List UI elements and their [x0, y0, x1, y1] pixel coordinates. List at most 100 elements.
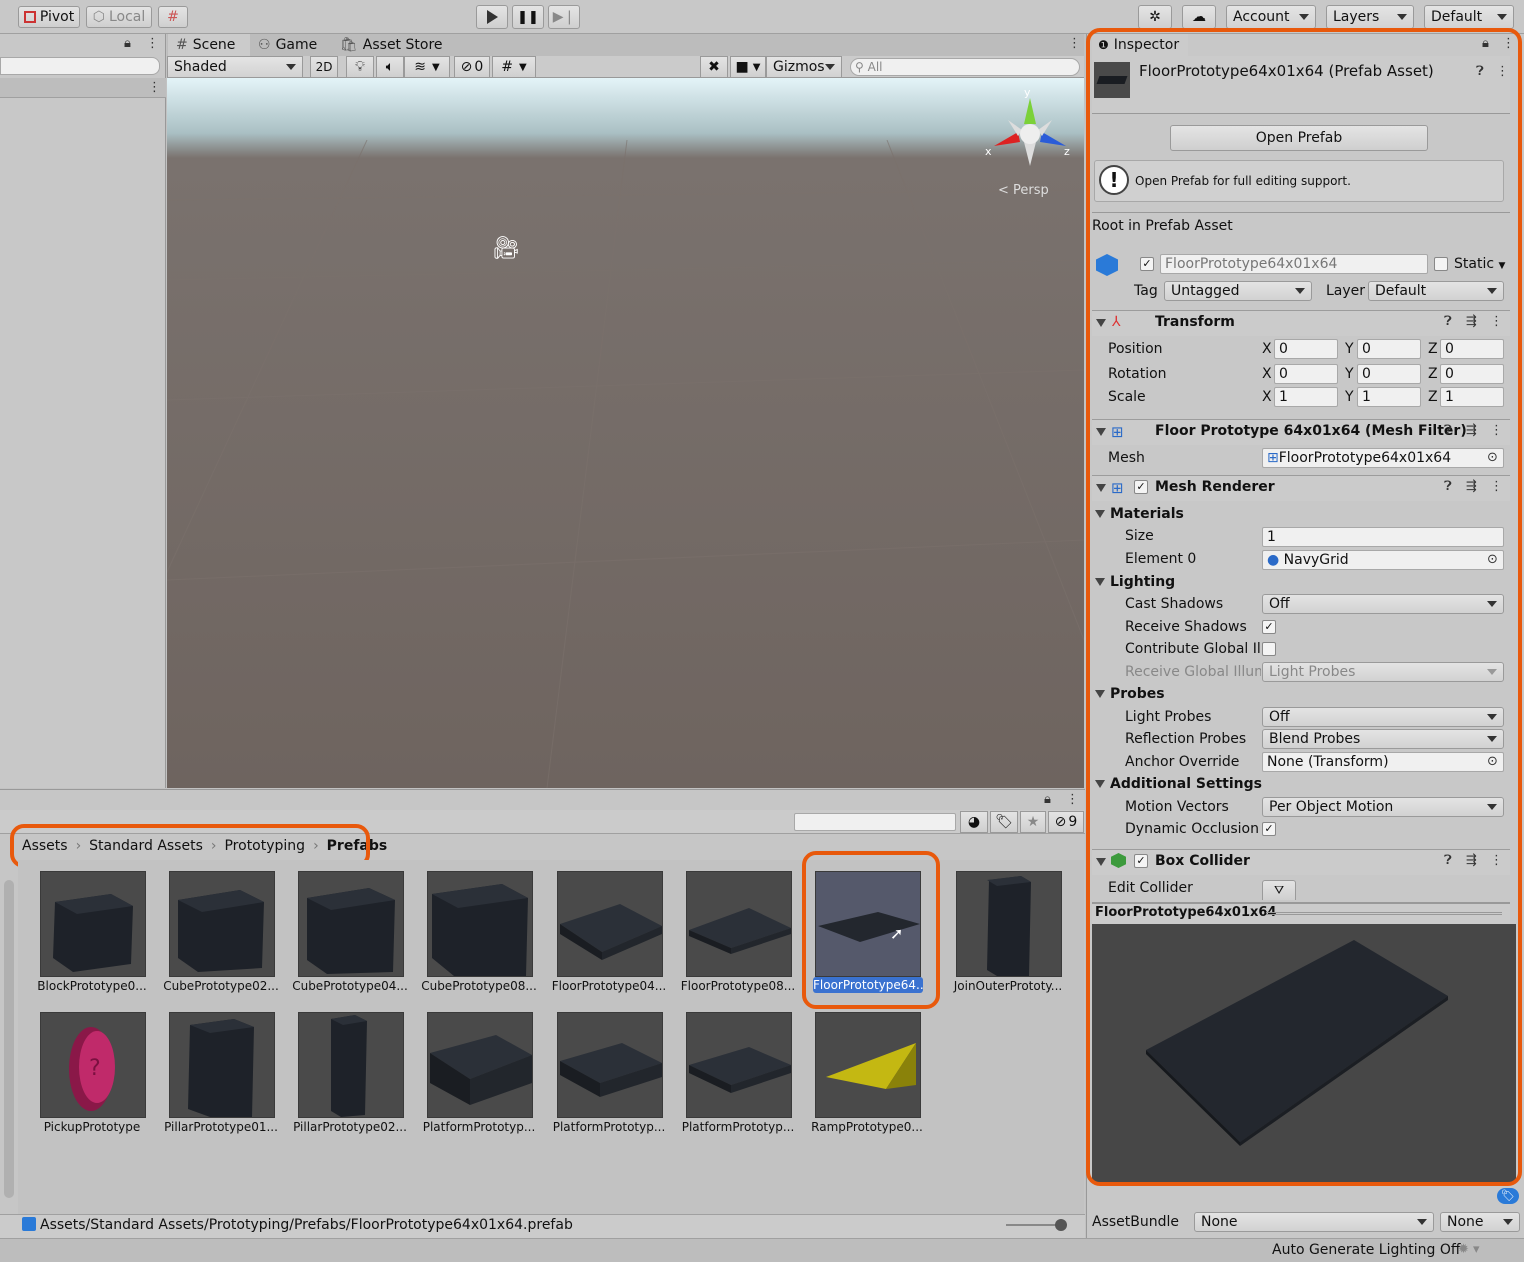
asset-thumbnail[interactable]: [815, 1012, 921, 1118]
chevron-down-icon: ▼: [752, 61, 761, 73]
chevron-down-icon: ▼: [519, 61, 527, 73]
filter-type-icon: ◕: [967, 814, 981, 830]
collab-button[interactable]: ✲: [1138, 5, 1172, 29]
asset-thumbnail[interactable]: [557, 1012, 663, 1118]
step-icon: ▶❘: [552, 9, 576, 25]
audio-toggle[interactable]: 🔈︎: [376, 56, 404, 78]
tab-game[interactable]: ⚇ Game: [258, 34, 317, 56]
scene-menu-icon[interactable]: ⋮: [148, 80, 161, 95]
asset-thumbnail[interactable]: [956, 871, 1062, 977]
snap-button[interactable]: #: [158, 6, 188, 28]
auto-lighting-status[interactable]: Auto Generate Lighting Off: [1272, 1242, 1461, 1258]
cloud-icon: ☁: [1192, 9, 1206, 25]
hierarchy-body: [0, 98, 165, 788]
asset-name[interactable]: RampPrototype0...: [803, 1120, 931, 1134]
axis-x-label: x: [985, 145, 992, 158]
orientation-gizmo[interactable]: [984, 88, 1076, 180]
speaker-icon: 🔈︎: [385, 59, 395, 75]
grid-toggle[interactable]: # ▼: [492, 56, 536, 78]
asset-thumbnail[interactable]: [686, 1012, 792, 1118]
assetbundle-variant-dropdown[interactable]: None: [1440, 1212, 1520, 1232]
asset-thumbnail[interactable]: [298, 871, 404, 977]
selected-asset-highlight: [802, 851, 940, 1009]
scene-menu-icon[interactable]: ⋮: [1068, 36, 1081, 51]
asset-name[interactable]: PlatformPrototyp...: [545, 1120, 673, 1134]
slider-handle[interactable]: [1055, 1219, 1067, 1231]
kebab-menu-icon[interactable]: ⋮: [146, 36, 159, 51]
step-button[interactable]: ▶❘: [548, 5, 580, 29]
scene-search-input[interactable]: ⚲ All: [850, 58, 1080, 76]
asset-name[interactable]: PlatformPrototyp...: [415, 1120, 543, 1134]
favorites-button[interactable]: ★: [1020, 811, 1046, 833]
hidden-packages-button[interactable]: ⊘ 9: [1048, 811, 1084, 833]
camera-gizmo-icon[interactable]: 🎥︎: [492, 236, 520, 261]
asset-thumbnail[interactable]: [40, 871, 146, 977]
tab-scene[interactable]: # Scene: [168, 34, 250, 56]
pause-button[interactable]: ❚❚: [512, 5, 544, 29]
axis-y-label: y: [1024, 86, 1031, 99]
filter-by-type-button[interactable]: ◕: [960, 811, 988, 833]
grid-icon: #: [501, 59, 514, 75]
asset-thumbnail[interactable]: [298, 1012, 404, 1118]
tools-toggle[interactable]: ✖: [700, 56, 728, 78]
asset-thumbnail[interactable]: ?: [40, 1012, 146, 1118]
asset-name[interactable]: JoinOuterPrototy...: [944, 979, 1072, 993]
lock-icon[interactable]: 🔒︎: [124, 36, 131, 51]
tag-icon: 🏷︎: [995, 814, 1013, 830]
thumbnail-size-slider[interactable]: [1006, 1224, 1062, 1226]
asset-thumbnail[interactable]: [686, 871, 792, 977]
asset-thumbnail[interactable]: [427, 1012, 533, 1118]
cloud-button[interactable]: ☁: [1182, 5, 1216, 29]
asset-labels-icon[interactable]: 🏷︎: [1497, 1188, 1519, 1204]
2d-toggle[interactable]: 2D: [310, 56, 338, 78]
asset-name[interactable]: PickupPrototype: [28, 1120, 156, 1134]
layers-dropdown[interactable]: Layers: [1326, 5, 1414, 29]
gizmos-dropdown[interactable]: Gizmos: [766, 56, 842, 78]
hierarchy-search-input[interactable]: [0, 57, 160, 75]
asset-name[interactable]: PillarPrototype02...: [286, 1120, 414, 1134]
store-icon: 🛍︎: [340, 37, 358, 53]
camera-toggle[interactable]: ■ ▼: [730, 56, 766, 78]
scene-grid: [167, 140, 1084, 788]
hidden-objects-toggle[interactable]: ⊘ 0: [454, 56, 490, 78]
axis-z-label: z: [1064, 145, 1070, 158]
project-search-input[interactable]: [794, 813, 956, 831]
pivot-button[interactable]: Pivot: [18, 6, 80, 28]
asset-name[interactable]: CubePrototype08...: [415, 979, 543, 993]
asset-thumbnail[interactable]: [169, 871, 275, 977]
asset-name[interactable]: PillarPrototype01...: [157, 1120, 285, 1134]
assetbundle-dropdown[interactable]: None: [1194, 1212, 1434, 1232]
effects-toggle[interactable]: ≋ ▼: [404, 56, 450, 78]
assetbundle-label: AssetBundle: [1092, 1214, 1180, 1230]
selected-asset-path: Assets/Standard Assets/Prototyping/Prefa…: [40, 1217, 573, 1233]
play-button[interactable]: [476, 5, 508, 29]
persp-label[interactable]: < Persp: [998, 183, 1049, 198]
kebab-menu-icon[interactable]: ⋮: [1066, 792, 1079, 807]
play-icon: [486, 10, 498, 24]
gamepad-icon: ⚇: [258, 37, 271, 53]
lighting-progress-icon[interactable]: ✹ ▾: [1458, 1242, 1480, 1257]
hierarchy-scene-row[interactable]: [0, 78, 166, 98]
shading-dropdown[interactable]: Shaded: [167, 56, 303, 78]
project-scrollbar[interactable]: [4, 880, 14, 1198]
filter-by-label-button[interactable]: 🏷︎: [990, 811, 1018, 833]
account-dropdown[interactable]: Account: [1226, 5, 1316, 29]
svg-text:?: ?: [89, 1056, 101, 1081]
layout-dropdown[interactable]: Default: [1424, 5, 1514, 29]
tab-asset-store[interactable]: 🛍︎ Asset Store: [340, 34, 443, 56]
asset-name[interactable]: BlockPrototype0...: [28, 979, 156, 993]
asset-thumbnail[interactable]: [169, 1012, 275, 1118]
grid-icon: #: [176, 37, 188, 53]
lighting-toggle[interactable]: 💡︎: [346, 56, 374, 78]
asset-name[interactable]: FloorPrototype08...: [674, 979, 802, 993]
asset-name[interactable]: FloorPrototype04...: [545, 979, 673, 993]
asset-thumbnail[interactable]: [557, 871, 663, 977]
lock-icon[interactable]: 🔒︎: [1044, 792, 1051, 807]
local-button[interactable]: ⬡ Local: [86, 6, 152, 28]
asset-thumbnail[interactable]: [427, 871, 533, 977]
pause-icon: ❚❚: [517, 9, 539, 25]
asset-name[interactable]: CubePrototype04...: [286, 979, 414, 993]
asset-name[interactable]: CubePrototype02...: [157, 979, 285, 993]
eye-slash-icon: ⊘: [460, 59, 473, 75]
asset-name[interactable]: PlatformPrototyp...: [674, 1120, 802, 1134]
